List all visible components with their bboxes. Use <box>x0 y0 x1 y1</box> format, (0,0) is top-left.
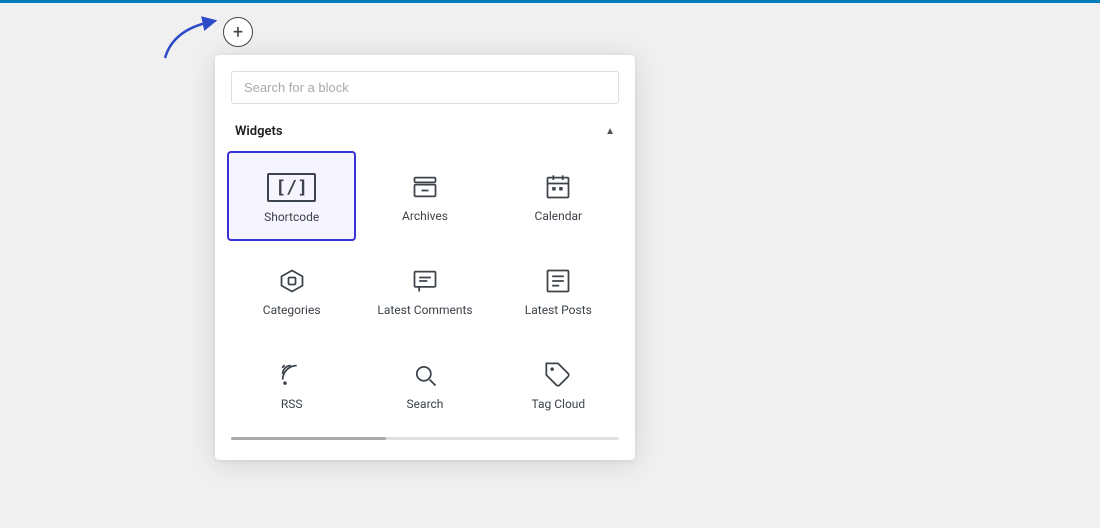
block-inserter-panel: Widgets ▲ [/] Shortcode Archives <box>215 55 635 460</box>
page-background: + Widgets ▲ [/] Shortcode <box>0 0 1100 528</box>
top-progress-bar <box>0 0 1100 3</box>
archives-icon <box>411 173 439 201</box>
block-label-search: Search <box>407 397 444 411</box>
categories-icon <box>278 267 306 295</box>
block-item-tag-cloud[interactable]: Tag Cloud <box>494 339 623 429</box>
scroll-thumb <box>231 437 386 440</box>
block-item-latest-posts[interactable]: Latest Posts <box>494 245 623 335</box>
block-label-latest-posts: Latest Posts <box>525 303 592 317</box>
block-label-tag-cloud: Tag Cloud <box>531 397 585 411</box>
block-item-latest-comments[interactable]: Latest Comments <box>360 245 489 335</box>
block-grid: [/] Shortcode Archives <box>215 151 635 429</box>
add-block-button[interactable]: + <box>223 17 253 47</box>
rss-icon <box>278 361 306 389</box>
block-item-rss[interactable]: RSS <box>227 339 356 429</box>
block-item-search[interactable]: Search <box>360 339 489 429</box>
block-label-categories: Categories <box>263 303 321 317</box>
block-item-archives[interactable]: Archives <box>360 151 489 241</box>
section-title: Widgets <box>235 124 283 139</box>
plus-icon: + <box>233 22 243 43</box>
search-block-icon <box>411 361 439 389</box>
block-item-shortcode[interactable]: [/] Shortcode <box>227 151 356 241</box>
tag-cloud-icon <box>544 361 572 389</box>
scroll-indicator <box>231 437 619 440</box>
search-bar-container <box>215 55 635 116</box>
block-item-categories[interactable]: Categories <box>227 245 356 335</box>
block-search-input[interactable] <box>231 71 619 104</box>
chevron-up-icon[interactable]: ▲ <box>605 126 615 137</box>
block-label-archives: Archives <box>402 209 448 223</box>
block-item-calendar[interactable]: Calendar <box>494 151 623 241</box>
widgets-section-header: Widgets ▲ <box>215 116 635 151</box>
shortcode-icon: [/] <box>267 173 316 202</box>
latest-posts-icon <box>544 267 572 295</box>
block-label-shortcode: Shortcode <box>264 210 319 224</box>
block-label-latest-comments: Latest Comments <box>377 303 472 317</box>
calendar-icon <box>544 173 572 201</box>
latest-comments-icon <box>411 267 439 295</box>
block-label-calendar: Calendar <box>535 209 583 223</box>
panel-footer <box>215 437 635 440</box>
block-label-rss: RSS <box>281 397 303 411</box>
